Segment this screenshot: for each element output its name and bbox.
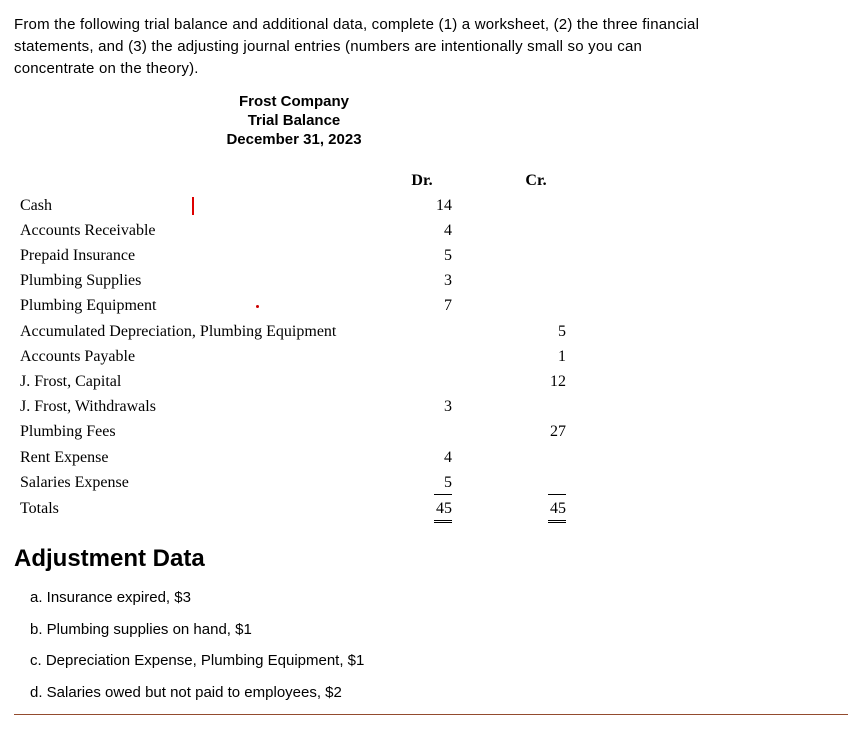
dot-icon (256, 305, 259, 308)
adjustment-item-c: c. Depreciation Expense, Plumbing Equipm… (30, 650, 848, 672)
table-row: Accounts Receivable 4 (14, 218, 572, 243)
account-label: Plumbing Equipment (20, 297, 156, 314)
cr-value (500, 445, 572, 470)
dr-value: 5 (386, 243, 458, 268)
col-header-dr: Dr. (386, 168, 458, 193)
totals-row: Totals 45 45 (14, 496, 572, 524)
table-row: Plumbing Equipment 7 (14, 293, 572, 318)
cr-value (548, 471, 566, 495)
table-row: Salaries Expense 5 (14, 470, 572, 496)
adjustment-heading: Adjustment Data (14, 542, 848, 577)
account-label: Prepaid Insurance (14, 243, 386, 268)
col-header-cr: Cr. (500, 168, 572, 193)
table-row: Accumulated Depreciation, Plumbing Equip… (14, 319, 572, 344)
cr-value: 12 (500, 369, 572, 394)
adjustment-item-d: d. Salaries owed but not paid to employe… (30, 682, 848, 704)
trial-balance-table: Dr. Cr. Cash 14 Accounts Receivable 4 Pr… (14, 168, 572, 525)
cr-value (500, 193, 572, 218)
intro-line-1: From the following trial balance and add… (14, 16, 699, 33)
adjustment-item-a: a. Insurance expired, $3 (30, 587, 848, 609)
dr-value (386, 344, 458, 369)
totals-label: Totals (14, 496, 386, 524)
text-cursor-icon (192, 197, 194, 215)
account-label: Accounts Payable (14, 344, 386, 369)
totals-cr: 45 (548, 497, 566, 523)
cr-value: 1 (500, 344, 572, 369)
cr-value (500, 394, 572, 419)
account-label: Cash (20, 197, 52, 214)
table-row: Plumbing Fees 27 (14, 419, 572, 444)
dr-value: 3 (386, 394, 458, 419)
dr-value: 5 (434, 471, 452, 495)
dr-value: 14 (386, 193, 458, 218)
cr-value (500, 243, 572, 268)
account-label: J. Frost, Capital (14, 369, 386, 394)
dr-value: 3 (386, 268, 458, 293)
cr-value (500, 293, 572, 318)
cr-value: 5 (500, 319, 572, 344)
cr-value (500, 268, 572, 293)
dr-value (386, 319, 458, 344)
problem-intro: From the following trial balance and add… (14, 14, 848, 79)
bottom-rule (14, 714, 848, 715)
account-label: Salaries Expense (14, 470, 386, 496)
account-label: J. Frost, Withdrawals (14, 394, 386, 419)
table-row: Plumbing Supplies 3 (14, 268, 572, 293)
account-label: Plumbing Fees (14, 419, 386, 444)
table-row: Prepaid Insurance 5 (14, 243, 572, 268)
account-label: Accumulated Depreciation, Plumbing Equip… (14, 319, 386, 344)
adjustment-list: a. Insurance expired, $3 b. Plumbing sup… (14, 587, 848, 704)
table-row: Rent Expense 4 (14, 445, 572, 470)
totals-dr: 45 (434, 497, 452, 523)
trial-balance-header: Frost Company Trial Balance December 31,… (164, 93, 424, 149)
intro-line-3: concentrate on the theory). (14, 60, 199, 77)
dr-value: 4 (386, 218, 458, 243)
table-row: J. Frost, Withdrawals 3 (14, 394, 572, 419)
table-row: Accounts Payable 1 (14, 344, 572, 369)
cr-value (500, 218, 572, 243)
account-label: Plumbing Supplies (14, 268, 386, 293)
dr-value (386, 419, 458, 444)
cr-value: 27 (500, 419, 572, 444)
intro-line-2: statements, and (3) the adjusting journa… (14, 38, 642, 55)
dr-value (386, 369, 458, 394)
account-label: Rent Expense (14, 445, 386, 470)
report-title: Trial Balance (164, 112, 424, 131)
dr-value: 7 (386, 293, 458, 318)
company-name: Frost Company (164, 93, 424, 112)
table-row: J. Frost, Capital 12 (14, 369, 572, 394)
report-date: December 31, 2023 (164, 131, 424, 150)
adjustment-item-b: b. Plumbing supplies on hand, $1 (30, 619, 848, 641)
table-row: Cash 14 (14, 193, 572, 218)
account-label: Accounts Receivable (14, 218, 386, 243)
dr-value: 4 (386, 445, 458, 470)
